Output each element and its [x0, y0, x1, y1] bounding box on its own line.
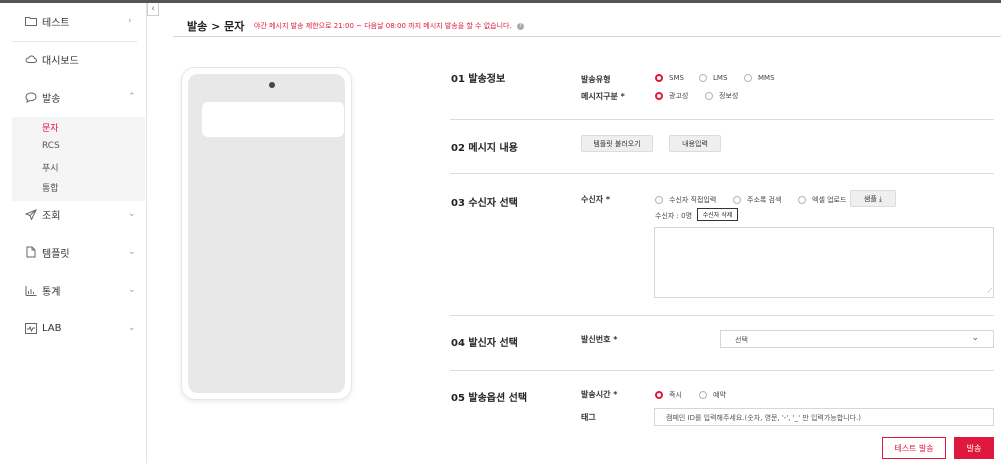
sidebar-item-label: 조회: [42, 210, 61, 222]
radio-informational[interactable]: 정보성: [705, 91, 738, 101]
phone-screen: [188, 74, 345, 393]
section-title-sender: 04 발신자 선택: [451, 338, 518, 349]
section-title-send-options: 05 발송옵션 선택: [451, 393, 528, 404]
section-title-recipient: 03 수신자 선택: [451, 198, 518, 209]
tag-input[interactable]: 캠페인 ID를 입력해주세요.(숫자, 영문, '-', '_' 만 입력가능합…: [654, 408, 994, 426]
tag-label: 태그: [581, 413, 596, 422]
send-time-label: 발송시간 *: [581, 390, 618, 399]
night-restriction-notice: 야간 메시지 발송 제한으로 21:00 ~ 다음날 08:00 까지 메시지 …: [254, 21, 524, 31]
sidebar-divider: [12, 41, 137, 42]
radio-direct-input[interactable]: 수신자 직접입력: [655, 195, 716, 205]
message-category-label: 메시지구분 *: [581, 92, 625, 101]
sender-number-label: 발신번호 *: [581, 335, 618, 344]
notice-text: 야간 메시지 발송 제한으로 21:00 ~ 다음날 08:00 까지 메시지 …: [254, 22, 512, 30]
sidebar-item-inquiry[interactable]: 조회 ⌄: [0, 203, 146, 225]
recipient-count: 수신자 : 0명: [655, 212, 693, 220]
resize-handle-icon[interactable]: ⟋: [987, 287, 992, 296]
header-divider: [173, 36, 1001, 37]
sidebar-item-label: 통계: [42, 286, 61, 298]
radio-lms[interactable]: LMS: [699, 74, 727, 82]
chevron-down-icon: ⌄: [128, 247, 136, 257]
send-type-label: 발송유형: [581, 75, 611, 84]
enter-content-button[interactable]: 내용입력: [669, 135, 721, 152]
chevron-right-icon: ›: [128, 16, 132, 26]
sidebar-item-lab[interactable]: LAB ⌄: [0, 317, 146, 339]
sidebar-item-stats[interactable]: 통계 ⌄: [0, 279, 146, 301]
send-icon: [25, 208, 37, 220]
radio-address-book[interactable]: 주소록 검색: [733, 195, 781, 205]
section-divider: [450, 173, 994, 174]
sidebar-item-send[interactable]: 발송 ⌃: [0, 86, 146, 108]
help-icon[interactable]: ?: [516, 22, 524, 30]
radio-immediate[interactable]: 즉시: [655, 390, 682, 400]
document-icon: [25, 246, 37, 258]
sidebar: 테스트 › 대시보드 발송 ⌃ 문자 RCS 푸시 통합 조회 ⌄ 템플릿 ⌄: [0, 3, 147, 463]
chevron-up-icon: ⌃: [128, 92, 136, 102]
sidebar-item-template[interactable]: 템플릿 ⌄: [0, 241, 146, 263]
folder-icon: [25, 15, 37, 27]
recipient-label: 수신자 *: [581, 195, 611, 204]
section-title-send-info: 01 발송정보: [451, 74, 506, 85]
sidebar-collapse-button[interactable]: ‹: [147, 3, 159, 16]
send-button[interactable]: 발송: [954, 437, 994, 459]
test-send-button[interactable]: 테스트 발송: [882, 437, 946, 459]
chevron-down-icon: ⌄: [128, 209, 136, 219]
sample-download-button[interactable]: 샘플 ⤓: [850, 190, 896, 207]
sidebar-item-label: 대시보드: [42, 55, 79, 67]
bar-chart-icon: [25, 284, 37, 296]
chevron-down-icon: ⌄: [971, 333, 979, 343]
section-divider: [450, 315, 994, 316]
sidebar-item-label: 템플릿: [42, 248, 70, 260]
radio-advertising[interactable]: 광고성: [655, 91, 688, 101]
submenu-item-sms[interactable]: 문자: [42, 121, 59, 134]
breadcrumb: 발송 > 문자: [187, 20, 245, 33]
section-divider: [450, 370, 994, 371]
sidebar-item-label: 발송: [42, 93, 61, 105]
radio-excel-upload[interactable]: 엑셀 업로드: [798, 195, 846, 205]
section-divider: [450, 119, 994, 120]
select-value: 선택: [735, 336, 748, 344]
sidebar-item-label: LAB: [42, 322, 62, 334]
submenu-item-integrated[interactable]: 통합: [42, 181, 59, 194]
sidebar-item-dashboard[interactable]: 대시보드: [0, 48, 146, 70]
sidebar-item-label: 테스트: [42, 17, 70, 29]
chevron-down-icon: ⌄: [128, 323, 136, 333]
submenu-item-rcs[interactable]: RCS: [42, 141, 60, 151]
message-preview-bubble: [202, 102, 344, 137]
radio-reserved[interactable]: 예약: [699, 390, 726, 400]
lab-icon: [25, 322, 37, 334]
cloud-icon: [25, 53, 37, 65]
submenu: [12, 117, 145, 201]
section-title-message-content: 02 메시지 내용: [451, 143, 518, 154]
recipient-textarea[interactable]: ⟋: [654, 227, 994, 298]
load-template-button[interactable]: 템플릿 불러오기: [581, 135, 653, 152]
radio-mms[interactable]: MMS: [744, 74, 775, 82]
chat-bubble-icon: [25, 91, 37, 103]
sidebar-item-test[interactable]: 테스트 ›: [0, 10, 146, 32]
radio-sms[interactable]: SMS: [655, 74, 684, 82]
chevron-down-icon: ⌄: [128, 285, 136, 295]
camera-icon: [269, 82, 275, 88]
delete-recipient-button[interactable]: 수신자 삭제: [697, 208, 738, 221]
submenu-item-push[interactable]: 푸시: [42, 161, 59, 174]
sender-number-select[interactable]: 선택 ⌄: [720, 330, 994, 348]
phone-preview: [181, 67, 352, 400]
